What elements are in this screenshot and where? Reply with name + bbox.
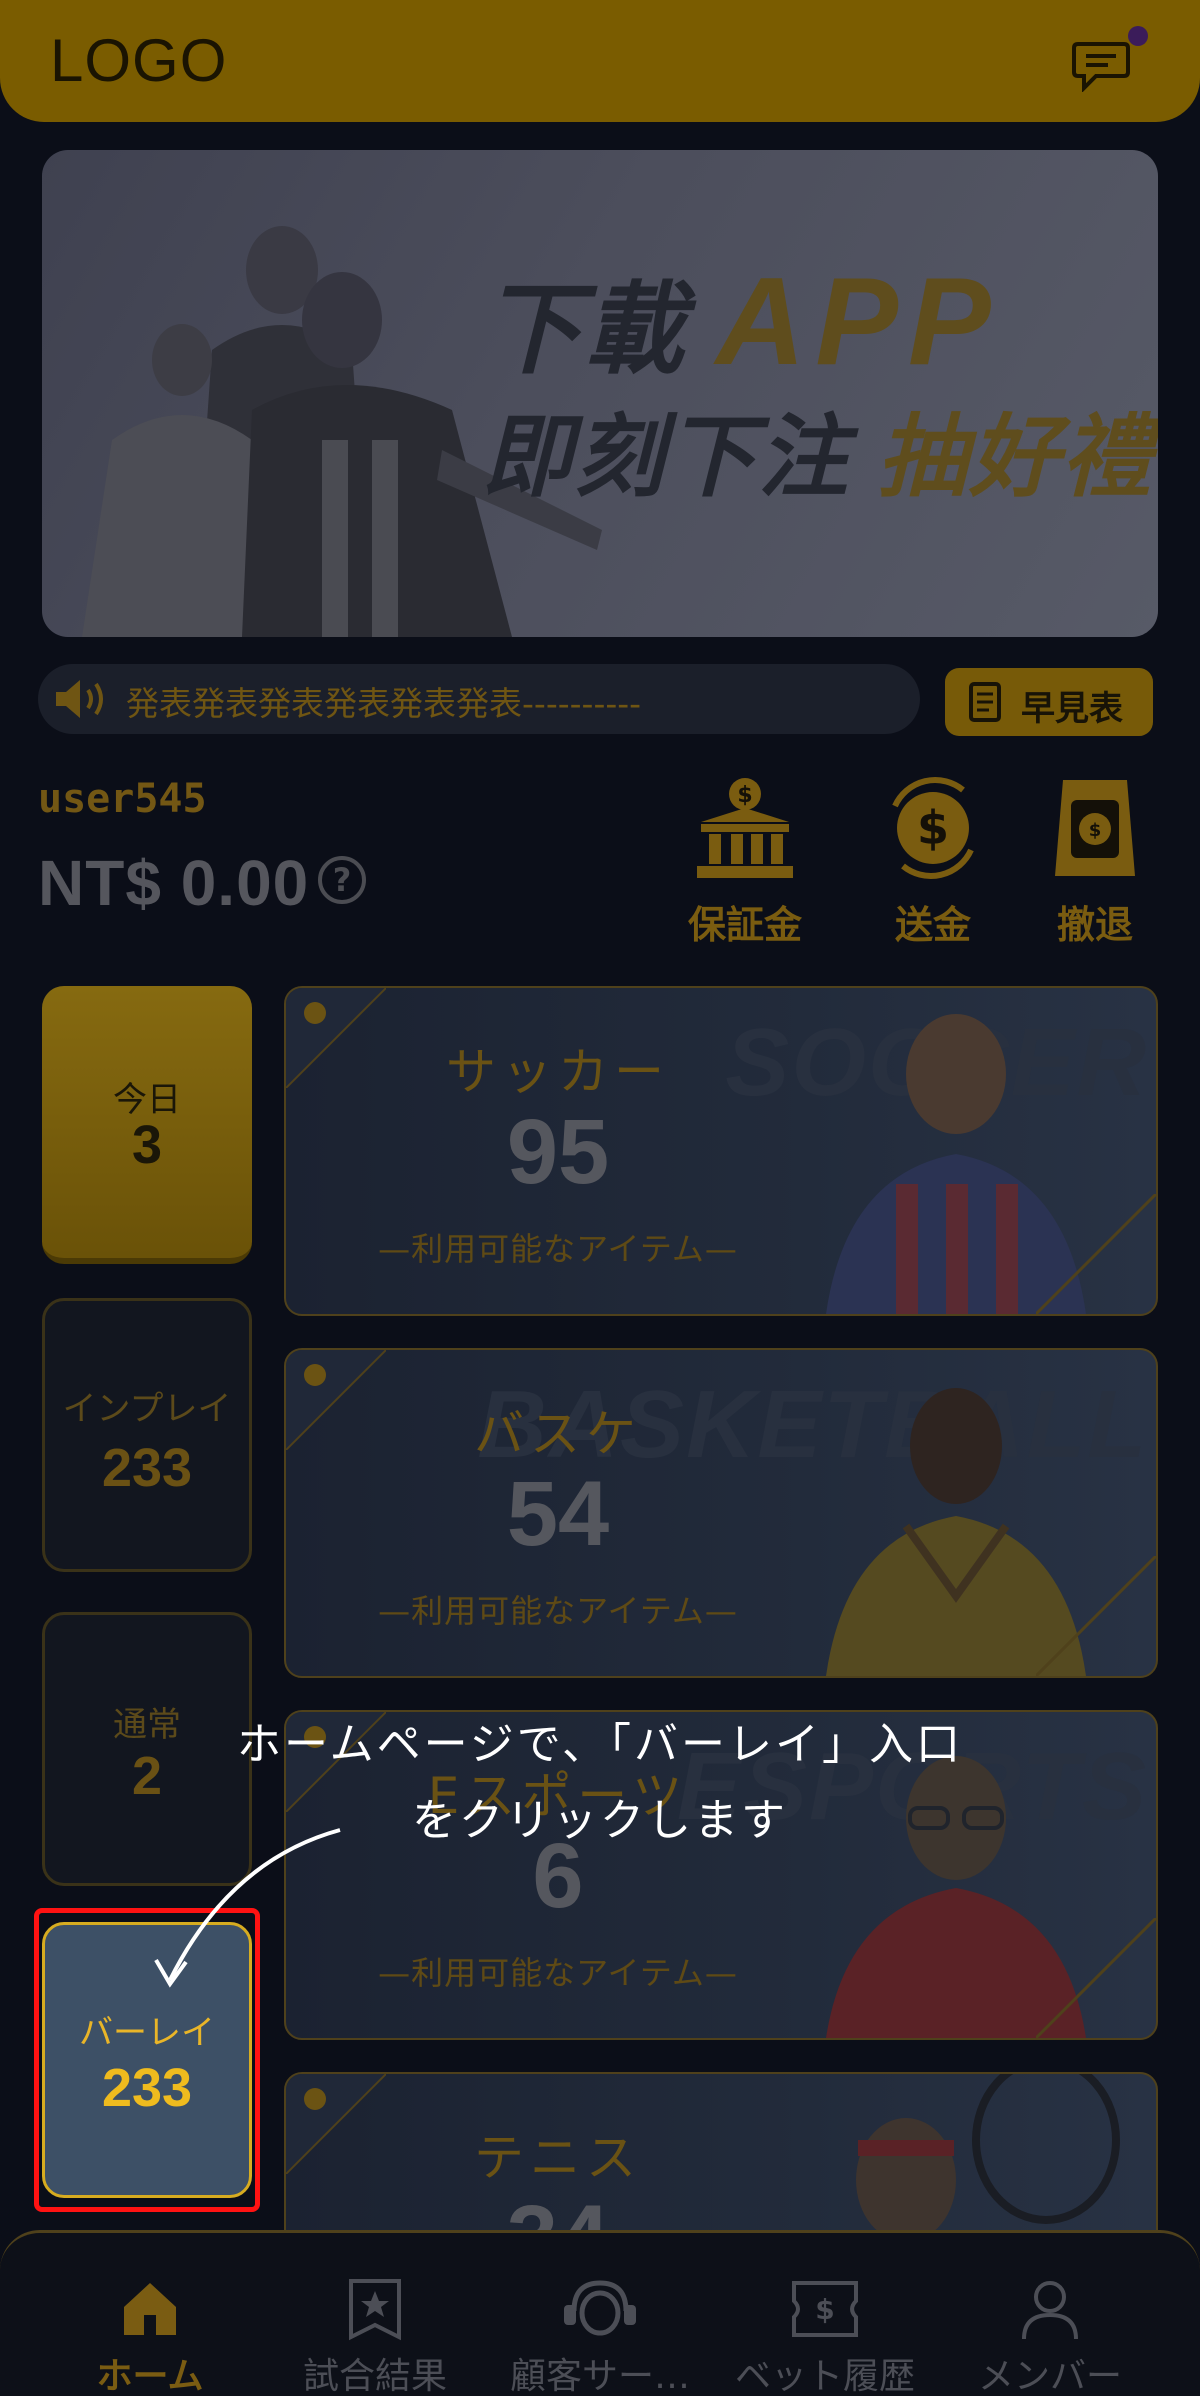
nav-label: ホーム xyxy=(96,2356,204,2396)
nav-label: メンバー xyxy=(977,2356,1122,2396)
sport-count: 95 xyxy=(506,1101,610,1203)
sport-card-basketball[interactable]: BASKETBALL バスケ 54 —利用可能なアイテム— xyxy=(284,1348,1158,1678)
sport-subtitle: —利用可能なアイテム— xyxy=(378,1230,738,1268)
transfer-label: 送金 xyxy=(894,903,971,947)
nav-customer-service[interactable]: 顧客サー… xyxy=(490,2233,710,2396)
logo[interactable]: LOGO xyxy=(50,26,227,95)
balance: NT$ 0.00 xyxy=(38,847,310,919)
svg-text:$: $ xyxy=(917,801,949,855)
deposit-button[interactable]: $ 保証金 xyxy=(670,776,820,947)
sport-title: バスケ xyxy=(474,1405,642,1463)
notification-dot xyxy=(1128,26,1148,46)
deposit-label: 保証金 xyxy=(687,903,802,947)
corner-slash xyxy=(1036,1918,1156,2038)
banner-headline-2: 即刻下注 抽好禮 xyxy=(482,408,1154,508)
transfer-button[interactable]: $ 送金 xyxy=(858,776,1008,947)
results-icon xyxy=(349,2279,401,2341)
pointer-arrow xyxy=(154,1828,341,1988)
schedule-label: 早見表 xyxy=(1021,689,1123,729)
announcement-text: 発表発表発表発表発表発表---------- xyxy=(126,684,642,723)
withdraw-label: 撤退 xyxy=(1056,903,1133,947)
card-dot xyxy=(304,2088,326,2110)
announcement-bar[interactable]: 発表発表発表発表発表発表---------- xyxy=(38,664,920,734)
svg-text:$: $ xyxy=(815,2293,834,2326)
app-header: LOGO xyxy=(0,0,1200,122)
tab-count: 233 xyxy=(101,1438,193,1498)
question-icon[interactable]: ? xyxy=(318,856,366,904)
tab-count: 3 xyxy=(131,1115,163,1175)
nav-member[interactable]: メンバー xyxy=(940,2233,1160,2396)
nav-bet-history[interactable]: $ ベット履歴 xyxy=(715,2233,935,2396)
bottom-navigation: ホーム 試合結果 顧客サー… $ ベット履歴 メンバー xyxy=(0,2230,1200,2396)
chat-icon[interactable] xyxy=(1072,40,1130,92)
sport-count: 54 xyxy=(506,1463,610,1565)
tab-label: バーレイ xyxy=(79,2013,215,2053)
sport-title: テニス xyxy=(474,2129,642,2187)
nav-label: ベット履歴 xyxy=(734,2356,915,2396)
tab-count: 233 xyxy=(101,2058,193,2118)
sport-subtitle: —利用可能なアイテム— xyxy=(378,1592,738,1630)
document-icon xyxy=(969,682,1001,722)
username: user545 xyxy=(38,776,207,822)
promo-banner[interactable]: 下載 APP 即刻下注 抽好禮 xyxy=(42,150,1158,637)
svg-text:$: $ xyxy=(737,783,752,808)
tab-label: インプレイ xyxy=(62,1389,232,1429)
transfer-icon: $ xyxy=(892,777,974,879)
tab-inplay[interactable]: インプレイ 233 xyxy=(42,1298,252,1572)
corner-slash xyxy=(1036,1194,1156,1314)
bank-icon: $ xyxy=(697,778,793,878)
withdraw-button[interactable]: $ 撤退 xyxy=(1020,776,1170,947)
withdraw-icon: $ xyxy=(1055,780,1135,876)
headset-icon xyxy=(564,2280,636,2336)
schedule-button[interactable]: 早見表 xyxy=(945,668,1153,736)
sport-subtitle: —利用可能なアイテム— xyxy=(378,1954,738,1992)
speaker-icon xyxy=(56,680,103,718)
sport-title: サッカー xyxy=(446,1043,670,1101)
corner-slash xyxy=(1036,1556,1156,1676)
home-icon xyxy=(124,2283,176,2335)
banner-headline-1: 下載 APP xyxy=(482,253,1001,391)
sport-card-soccer[interactable]: SOCCER サッカー 95 —利用可能なアイテム— xyxy=(284,986,1158,1316)
ticket-icon: $ xyxy=(792,2281,858,2337)
instruction-line-1: ホームページで、「バーレイ」入口 xyxy=(236,1719,964,1770)
card-dot xyxy=(304,1364,326,1386)
nav-label: 顧客サー… xyxy=(509,2356,690,2396)
card-dot xyxy=(304,1002,326,1024)
nav-results[interactable]: 試合結果 xyxy=(265,2233,485,2396)
tab-today[interactable]: 今日 3 xyxy=(42,986,252,1264)
nav-home[interactable]: ホーム xyxy=(40,2233,260,2396)
svg-text:$: $ xyxy=(1089,820,1102,841)
user-icon xyxy=(1022,2281,1078,2340)
nav-label: 試合結果 xyxy=(302,2356,447,2396)
